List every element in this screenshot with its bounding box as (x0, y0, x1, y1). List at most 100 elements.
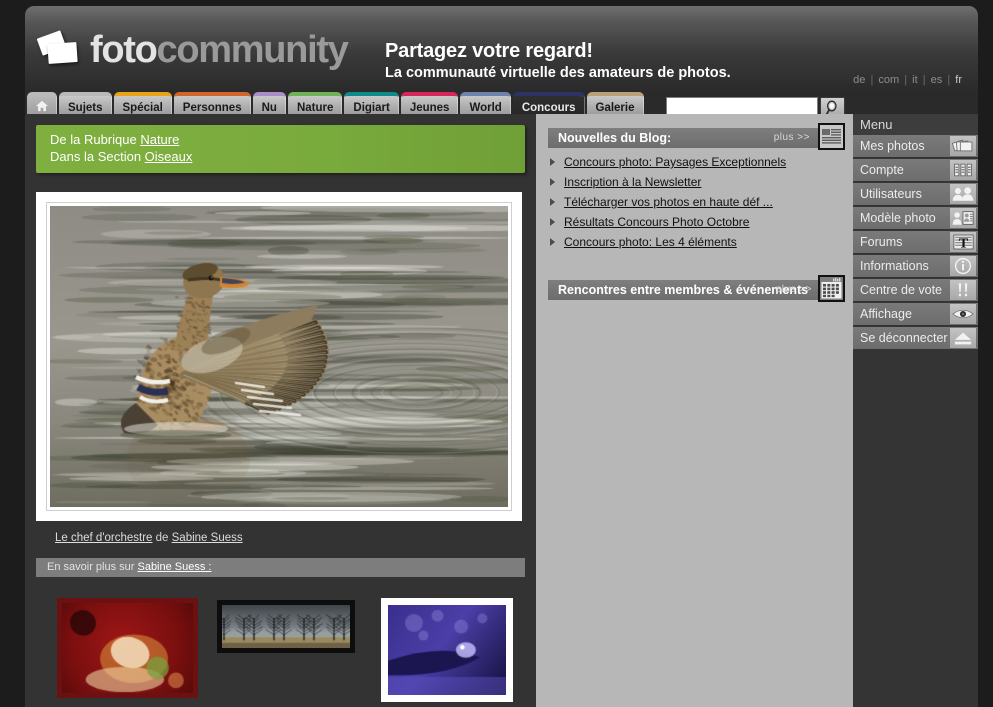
blog-link-0[interactable]: Concours photo: Paysages Exceptionnels (564, 155, 786, 169)
slogan-line-2: La communauté virtuelle des amateurs de … (385, 65, 731, 81)
nav-tab-galerie[interactable]: Galerie (587, 92, 644, 114)
chevron-right-icon (550, 158, 555, 166)
lang-link-it[interactable]: it (911, 74, 919, 86)
page-body: De la Rubrique Nature Dans la Section Oi… (25, 114, 978, 707)
home-icon (35, 100, 49, 112)
menu-item-label: Compte (860, 163, 904, 177)
site-slogan: Partagez votre regard! La communauté vir… (385, 40, 731, 81)
double-exclamation-icon (950, 280, 976, 300)
more-prefix: En savoir plus sur (47, 561, 137, 573)
nav-tab-personnes[interactable]: Personnes (174, 92, 251, 114)
menu-item-label: Centre de vote (860, 283, 942, 297)
text-t-icon: T (950, 232, 976, 252)
newspaper-icon[interactable] (818, 123, 845, 150)
events-panel-header: Rencontres entre membres & événements pl… (548, 280, 843, 300)
blog-panel-title: Nouvelles du Blog: (558, 131, 671, 145)
featured-photo-frame[interactable] (36, 192, 522, 521)
nav-tab-digiart[interactable]: Digiart (344, 92, 398, 114)
thumbnail-purple-dewdrop[interactable] (381, 598, 513, 702)
thumbnail-winter-trees[interactable] (217, 600, 355, 653)
blog-list-item: Inscription à la Newsletter (550, 175, 853, 189)
menu-item-informations[interactable]: Informations (853, 255, 978, 277)
thumbnail-santa-red[interactable] (57, 598, 198, 698)
lang-link-fr[interactable]: fr (954, 74, 963, 86)
site-logo[interactable]: fotocommunity (38, 31, 348, 69)
eye-icon (950, 304, 976, 324)
photo-author-link[interactable]: Sabine Suess (172, 532, 243, 544)
language-switcher[interactable]: de | com | it | es | fr (852, 74, 963, 86)
photo-stack-icon (38, 33, 84, 67)
photo-caption: Le chef d'orchestre de Sabine Suess (25, 521, 536, 544)
blog-link-1[interactable]: Inscription à la Newsletter (564, 175, 701, 189)
logo-wordmark: fotocommunity (90, 31, 348, 69)
menu-item-mes-photos[interactable]: Mes photos (853, 135, 978, 157)
more-author-link[interactable]: Sabine Suess : (137, 561, 211, 573)
lang-separator: | (919, 74, 930, 86)
info-circle-icon (950, 256, 976, 276)
person-card-icon (950, 208, 976, 228)
chevron-right-icon (550, 198, 555, 206)
events-panel-more-link[interactable]: plus >> (776, 280, 812, 300)
photo-title-link[interactable]: Le chef d'orchestre (55, 532, 152, 544)
lang-separator: | (866, 74, 877, 86)
menu-item-mod-le-photo[interactable]: Modèle photo (853, 207, 978, 229)
rubrique-link-nature[interactable]: Nature (140, 132, 179, 147)
menu-item-forums[interactable]: Forums T (853, 231, 978, 253)
menu-item-label: Informations (860, 259, 929, 273)
photo-stack-icon (950, 136, 976, 156)
author-thumbnail-row (25, 591, 536, 701)
menu-item-centre-de-vote[interactable]: Centre de vote (853, 279, 978, 301)
lang-link-com[interactable]: com (877, 74, 900, 86)
caption-de: de (152, 532, 171, 544)
eject-icon (950, 328, 976, 348)
svg-text:T: T (958, 236, 968, 250)
nav-tab-nu[interactable]: Nu (253, 92, 286, 114)
middle-column: Nouvelles du Blog: plus >> Concours phot… (536, 114, 853, 707)
blog-link-4[interactable]: Concours photo: Les 4 éléments (564, 235, 737, 249)
rubrique-banner: De la Rubrique Nature Dans la Section Oi… (36, 125, 525, 173)
nav-tab-jeunes[interactable]: Jeunes (401, 92, 459, 114)
site-header: fotocommunity Partagez votre regard! La … (25, 6, 978, 92)
featured-photo-inner (46, 202, 512, 511)
menu-item-compte[interactable]: Compte (853, 159, 978, 181)
chevron-right-icon (550, 218, 555, 226)
lang-separator: | (943, 74, 954, 86)
page-frame: fotocommunity Partagez votre regard! La … (25, 6, 978, 707)
blog-link-2[interactable]: Télécharger vos photos en haute déf ... (564, 195, 773, 209)
slogan-line-1: Partagez votre regard! (385, 40, 731, 63)
lang-link-de[interactable]: de (852, 74, 866, 86)
events-panel-title: Rencontres entre membres & événements (558, 283, 808, 297)
logo-community: community (157, 29, 348, 71)
nav-tab-world[interactable]: World (460, 92, 510, 114)
nav-tab-nature[interactable]: Nature (288, 92, 342, 114)
left-column: De la Rubrique Nature Dans la Section Oi… (25, 114, 536, 707)
blog-news-list: Concours photo: Paysages Exceptionnels In… (550, 155, 853, 249)
menu-item-utilisateurs[interactable]: Utilisateurs (853, 183, 978, 205)
calendar-icon[interactable] (818, 275, 845, 302)
nav-tab-spcial[interactable]: Spécial (114, 92, 172, 114)
chevron-right-icon (550, 238, 555, 246)
menu-item-se-d-connecter[interactable]: Se déconnecter (853, 327, 978, 349)
right-column: Menu Mes photos Compte Utilisateurs Modèle … (853, 114, 978, 707)
nav-tab-concours[interactable]: Concours (513, 92, 585, 114)
rubrique-line-1: De la Rubrique Nature (50, 132, 525, 147)
thumbnail-santa-red-image (62, 603, 193, 693)
menu-item-affichage[interactable]: Affichage (853, 303, 978, 325)
blog-link-3[interactable]: Résultats Concours Photo Octobre (564, 215, 749, 229)
account-bars-icon (950, 160, 976, 180)
section-prefix: Dans la Section (50, 149, 145, 164)
blog-list-item: Concours photo: Paysages Exceptionnels (550, 155, 853, 169)
section-link-oiseaux[interactable]: Oiseaux (145, 149, 193, 164)
nav-tab-sujets[interactable]: Sujets (59, 92, 112, 114)
menu-item-label: Utilisateurs (860, 187, 922, 201)
blog-panel-more-link[interactable]: plus >> (774, 128, 810, 148)
blog-list-item: Résultats Concours Photo Octobre (550, 215, 853, 229)
featured-photo-image[interactable] (50, 206, 508, 507)
thumbnail-winter-trees-image (222, 605, 350, 648)
menu-title: Menu (853, 114, 978, 135)
lang-link-es[interactable]: es (930, 74, 944, 86)
menu-item-label: Modèle photo (860, 211, 936, 225)
nav-tab-home[interactable] (27, 92, 57, 114)
lang-separator: | (900, 74, 911, 86)
thumbnail-purple-dewdrop-image (388, 605, 506, 695)
